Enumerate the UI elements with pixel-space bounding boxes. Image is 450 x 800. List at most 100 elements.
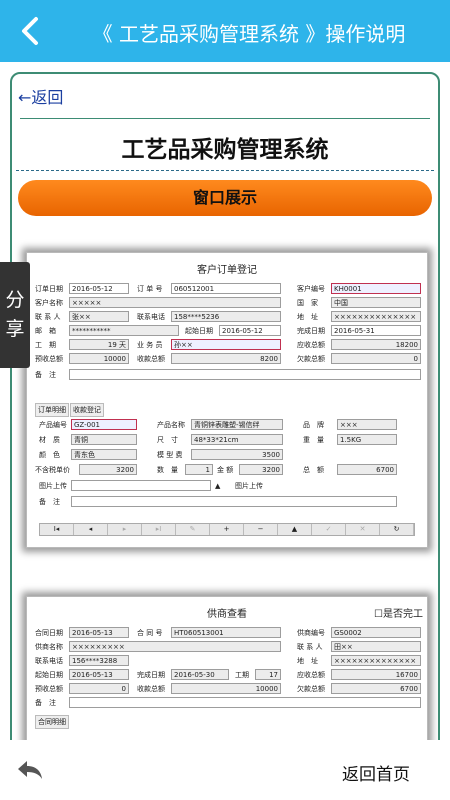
field-label: 联系电话 <box>137 313 165 321</box>
return-link[interactable]: ←返回 <box>18 84 63 108</box>
product-name-field[interactable]: 青铜锌表雕塑-锡信绊 <box>191 419 283 430</box>
nav-delete-button[interactable]: − <box>244 524 278 535</box>
field-label: 收款总额 <box>137 685 165 693</box>
start-date-field[interactable]: 2016-05-12 <box>219 325 281 336</box>
nav-add-button[interactable]: + <box>210 524 244 535</box>
field-label: 供商编号 <box>297 629 325 637</box>
share-tab[interactable]: 分 享 <box>0 262 30 368</box>
owed-field[interactable]: 6700 <box>331 683 421 694</box>
supplier-id-field[interactable]: GS0002 <box>331 627 421 638</box>
form-row: 备 注 <box>35 369 421 381</box>
supplier-name-field[interactable]: ××××××××× <box>69 641 281 652</box>
contract-date-field[interactable]: 2016-05-13 <box>69 627 129 638</box>
owed-field[interactable]: 0 <box>331 353 421 364</box>
completed-checkbox[interactable]: ☐是否完工 <box>374 605 423 620</box>
form-row: 预收总额 10000 收款总额 8200 欠款总额 0 <box>35 353 421 365</box>
field-label: 合同日期 <box>35 629 63 637</box>
email-field[interactable]: *********** <box>69 325 179 336</box>
mold-fee-field[interactable]: 3500 <box>191 449 283 460</box>
contact-field[interactable]: 田×× <box>331 641 421 652</box>
detail-remarks-field[interactable] <box>71 496 397 507</box>
field-label: 地 址 <box>297 657 318 665</box>
address-field[interactable]: ×××××××××××××× <box>331 311 421 322</box>
home-button[interactable]: 返回首页 <box>342 760 410 785</box>
duration-field[interactable]: 19 天 <box>69 339 129 350</box>
duration-field[interactable]: 17 <box>255 669 281 680</box>
chevron-left-icon[interactable] <box>14 14 48 48</box>
receivable-field[interactable]: 16700 <box>331 669 421 680</box>
form-row: 合同日期 2016-05-13 合 同 号 HT060513001 供商编号 G… <box>35 627 421 639</box>
quantity-field[interactable]: 1 <box>185 464 213 475</box>
amount-field[interactable]: 3200 <box>239 464 283 475</box>
tab-contract-detail[interactable]: 合同明细 <box>35 715 69 729</box>
detail-row: 材 质 青铜 尺 寸 48*33*21cm 重 量 1.5KG <box>35 434 419 446</box>
nav-prev-button[interactable]: ◂ <box>74 524 108 535</box>
field-label: 邮 箱 <box>35 327 56 335</box>
prepaid-field[interactable]: 0 <box>69 683 129 694</box>
nav-next-button[interactable]: ▸ <box>108 524 142 535</box>
nav-last-button[interactable]: ▸I <box>142 524 176 535</box>
brand-field[interactable]: ××× <box>337 419 397 430</box>
nav-first-button[interactable]: I◂ <box>40 524 74 535</box>
dashed-divider <box>16 170 434 171</box>
bottom-bar: 返回首页 <box>0 740 450 800</box>
phone-field[interactable]: 158****5236 <box>171 311 281 322</box>
field-label: 不含税单价 <box>35 466 70 474</box>
product-id-field[interactable]: GZ-001 <box>71 419 137 430</box>
phone-field[interactable]: 156****3288 <box>69 655 129 666</box>
screenshot-supplier-view: 供商查看 ☐是否完工 合同日期 2016-05-13 合 同 号 HT06051… <box>26 596 428 750</box>
tab-payment[interactable]: 收款登记 <box>70 403 104 417</box>
image-upload-field[interactable] <box>71 480 211 491</box>
contract-number-field[interactable]: HT060513001 <box>171 627 281 638</box>
salesperson-field[interactable]: 孙×× <box>171 339 281 350</box>
color-field[interactable]: 青东色 <box>71 449 137 460</box>
field-label: 起始日期 <box>185 327 213 335</box>
collected-field[interactable]: 10000 <box>171 683 281 694</box>
nav-edit-button[interactable]: ✎ <box>176 524 210 535</box>
content-frame: ←返回 工艺品采购管理系统 窗口展示 客户订单登记 订单日期 2016-05-1… <box>10 72 440 752</box>
remarks-field[interactable] <box>69 697 421 708</box>
system-heading: 工艺品采购管理系统 <box>121 137 329 163</box>
form-row: 预收总额 0 收款总额 10000 欠款总额 6700 <box>35 683 421 695</box>
customer-id-field[interactable]: KH0001 <box>331 283 421 294</box>
material-field[interactable]: 青铜 <box>71 434 137 445</box>
prepaid-field[interactable]: 10000 <box>69 353 129 364</box>
collected-field[interactable]: 8200 <box>171 353 281 364</box>
nav-post-button[interactable]: ✓ <box>312 524 346 535</box>
detail-row: 产品编号 GZ-001 产品名称 青铜锌表雕塑-锡信绊 品 牌 ××× <box>35 419 419 431</box>
form-row: 供商名称 ××××××××× 联 系 人 田×× <box>35 641 421 653</box>
size-field[interactable]: 48*33*21cm <box>191 434 283 445</box>
field-label: 客户名称 <box>35 299 63 307</box>
field-label: 订 单 号 <box>137 285 163 293</box>
field-label: 图片上传 <box>39 482 67 490</box>
field-label: 供商名称 <box>35 643 63 651</box>
order-number-field[interactable]: 060512001 <box>171 283 281 294</box>
address-field[interactable]: ×××××××××××××× <box>331 655 421 666</box>
divider <box>20 118 430 119</box>
reply-arrow-icon[interactable] <box>16 758 44 782</box>
unit-price-field[interactable]: 3200 <box>79 464 137 475</box>
field-label: 尺 寸 <box>157 436 178 444</box>
contact-field[interactable]: 张×× <box>69 311 129 322</box>
form-row: 联 系 人 张×× 联系电话 158****5236 地 址 ×××××××××… <box>35 311 421 323</box>
customer-name-field[interactable]: ××××× <box>69 297 281 308</box>
nav-cancel-button[interactable]: ✕ <box>346 524 380 535</box>
start-date-field[interactable]: 2016-05-13 <box>69 669 129 680</box>
upload-arrow-icon[interactable]: ▲ <box>215 480 220 492</box>
field-label: 预收总额 <box>35 355 63 363</box>
end-date-field[interactable]: 2016-05-30 <box>171 669 229 680</box>
tab-order-detail[interactable]: 订单明细 <box>35 403 69 417</box>
detail-row: 备 注 <box>35 496 419 508</box>
field-label: 颜 色 <box>39 451 60 459</box>
country-field[interactable]: 中国 <box>331 297 421 308</box>
total-field[interactable]: 6700 <box>337 464 397 475</box>
nav-up-button[interactable]: ▲ <box>278 524 312 535</box>
nav-refresh-button[interactable]: ↻ <box>380 524 414 535</box>
field-label: 地 址 <box>297 313 318 321</box>
detail-tabs: 订单明细 收款登记 <box>35 403 105 417</box>
date-field[interactable]: 2016-05-12 <box>69 283 129 294</box>
receivable-field[interactable]: 18200 <box>331 339 421 350</box>
weight-field[interactable]: 1.5KG <box>337 434 397 445</box>
remarks-field[interactable] <box>69 369 421 380</box>
end-date-field[interactable]: 2016-05-31 <box>331 325 421 336</box>
